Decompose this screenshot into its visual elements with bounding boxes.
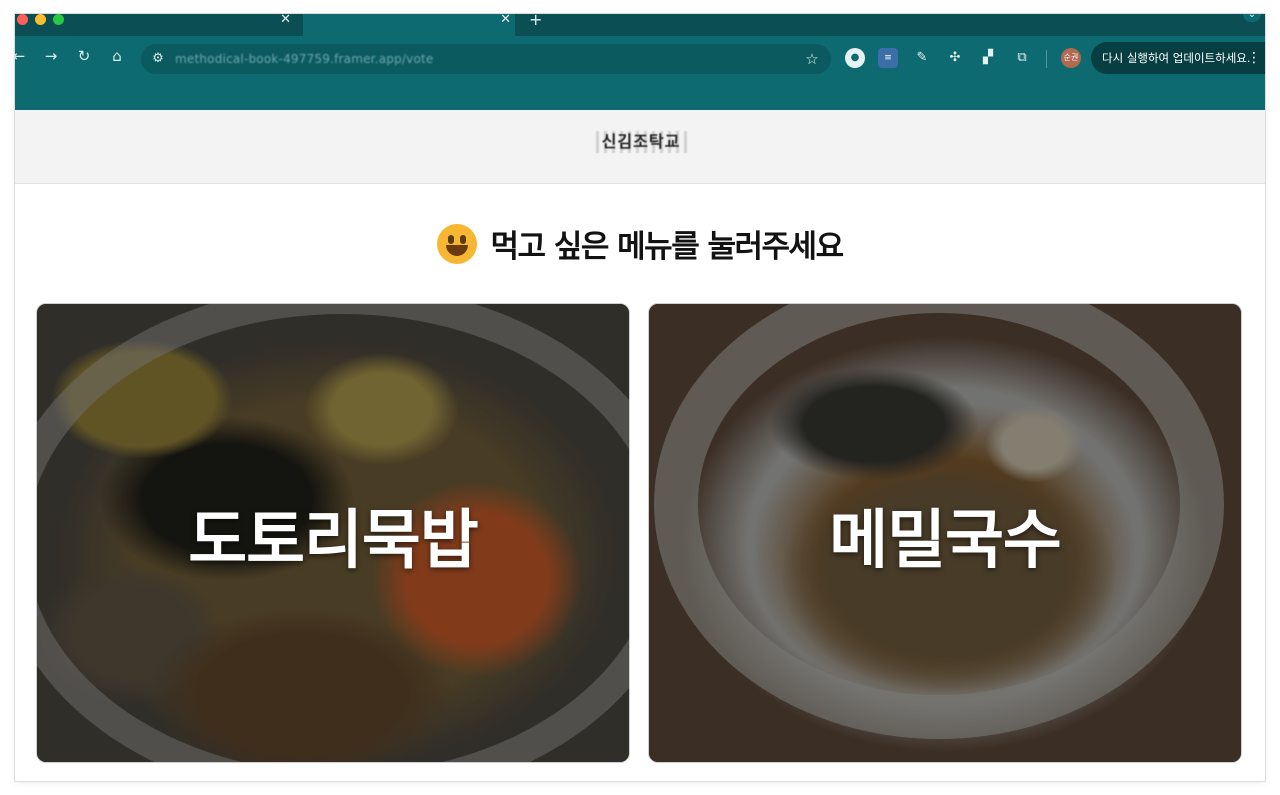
minimize-window-icon[interactable] — [35, 14, 46, 25]
tab-strip: ✕ ✕ + ⌄ — [15, 14, 1265, 36]
menu-card-label: 메밀국수 — [829, 504, 1062, 578]
tab-close-icon[interactable]: ✕ — [280, 14, 291, 27]
browser-tab[interactable]: ✕ — [73, 14, 303, 36]
site-header: 신김조탁교 — [15, 110, 1265, 184]
extension-icon[interactable]: ✣ — [945, 48, 965, 68]
url-text[interactable]: methodical-book-497759.framer.app/vote — [175, 44, 434, 74]
browser-tab-active[interactable]: ✕ — [303, 14, 515, 36]
extension-icon[interactable]: ▞ — [978, 48, 998, 68]
profile-avatar[interactable]: 순권 — [1061, 48, 1081, 68]
maximize-window-icon[interactable] — [53, 14, 64, 25]
browser-window: ✕ ✕ + ⌄ ← → ↻ ⌂ ⚙ methodical-book-497759… — [15, 14, 1265, 781]
puzzle-icon[interactable]: ⧉ — [1012, 48, 1032, 68]
grinning-face-icon — [437, 223, 478, 264]
bookmark-star-icon[interactable]: ☆ — [801, 47, 823, 71]
menu-card-label: 도토리묵밥 — [188, 504, 478, 578]
forward-icon[interactable]: → — [39, 44, 63, 68]
address-bar[interactable]: ⚙ methodical-book-497759.framer.app/vote… — [141, 44, 831, 74]
page-title: 먹고 싶은 메뉴를 눌러주세요 — [490, 229, 844, 265]
more-menu-icon[interactable]: ⋮ — [1247, 42, 1261, 74]
menu-card-memil[interactable]: 메밀국수 — [648, 303, 1242, 763]
page-heading: 먹고 싶은 메뉴를 눌러주세요 — [15, 221, 1265, 266]
eyedropper-icon[interactable]: ✎ — [912, 48, 932, 68]
extension-icon[interactable]: ● — [845, 48, 865, 68]
tab-close-icon[interactable]: ✕ — [500, 14, 511, 27]
new-tab-icon[interactable]: + — [529, 14, 542, 29]
extension-icon[interactable]: ≡ — [878, 48, 898, 68]
browser-toolbar: ← → ↻ ⌂ ⚙ methodical-book-497759.framer.… — [15, 36, 1265, 110]
menu-card-dotorimuk[interactable]: 도토리묵밥 — [36, 303, 630, 763]
site-settings-icon[interactable]: ⚙ — [147, 47, 169, 71]
toolbar-divider — [1046, 50, 1047, 68]
update-button[interactable]: 다시 실행하여 업데이트하세요. ⋮ — [1091, 42, 1265, 74]
reload-icon[interactable]: ↻ — [72, 44, 96, 68]
home-icon[interactable]: ⌂ — [105, 44, 129, 68]
update-button-label: 다시 실행하여 업데이트하세요. — [1102, 51, 1251, 65]
close-window-icon[interactable] — [17, 14, 28, 25]
site-logo[interactable]: 신김조탁교 — [593, 131, 689, 153]
tab-search-icon[interactable]: ⌄ — [1243, 14, 1261, 22]
tab-strip-empty: + ⌄ — [515, 14, 1265, 36]
back-icon[interactable]: ← — [15, 44, 31, 68]
